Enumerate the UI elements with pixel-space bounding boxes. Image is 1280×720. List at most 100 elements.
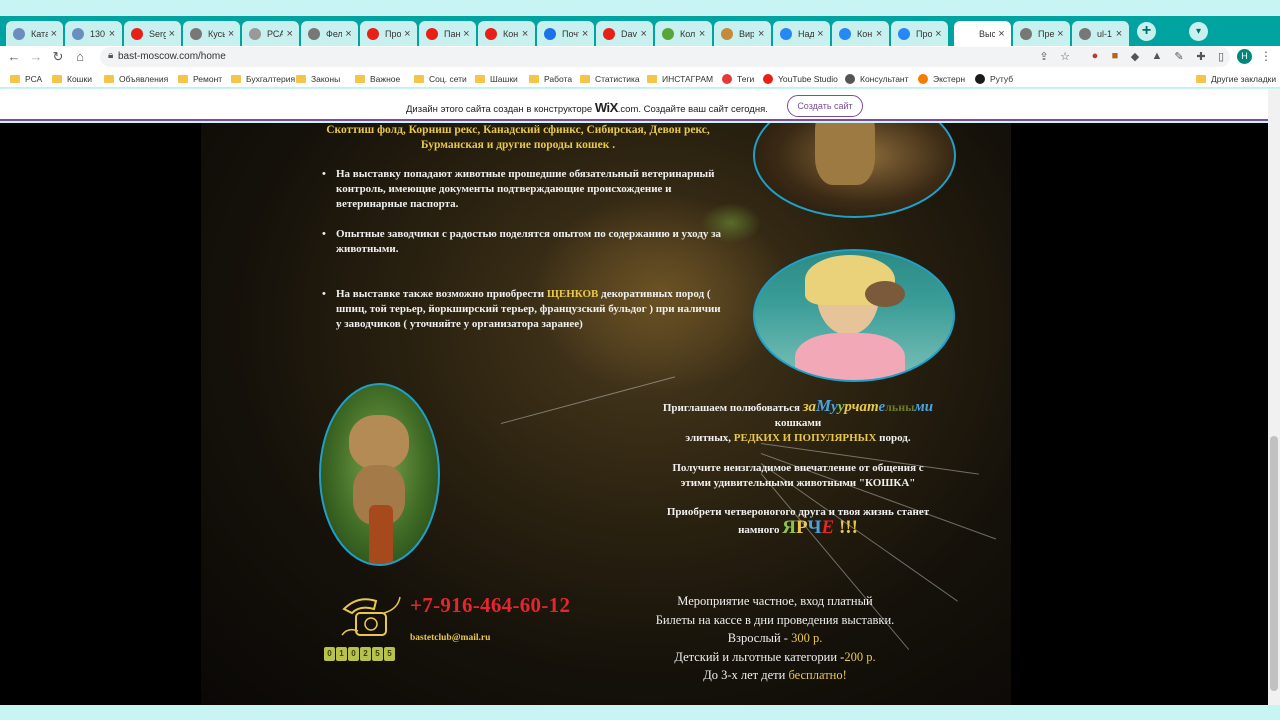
- extension-icon[interactable]: ✎: [1172, 50, 1186, 63]
- bookmark-item[interactable]: Статистика: [580, 72, 640, 85]
- browser-tab[interactable]: ul-1 ×: [1072, 21, 1129, 46]
- bookmark-label: Бухгалтерия: [246, 73, 296, 84]
- promo-breeds-text: пород.: [876, 432, 911, 444]
- tab-close-icon[interactable]: ×: [872, 28, 886, 40]
- page-scrollbar[interactable]: [1268, 89, 1280, 705]
- bookmark-label: Статистика: [595, 73, 640, 84]
- browser-tab[interactable]: Пан ×: [419, 21, 476, 46]
- other-bookmarks[interactable]: Другие закладки: [1196, 72, 1276, 85]
- tab-close-icon[interactable]: ×: [283, 28, 296, 40]
- profile-avatar[interactable]: H: [1237, 49, 1252, 64]
- bookmark-label: РСА: [25, 73, 43, 84]
- scrollbar-thumb[interactable]: [1270, 436, 1278, 691]
- browser-tab[interactable]: 130 ×: [65, 21, 122, 46]
- tab-close-icon[interactable]: ×: [695, 28, 709, 40]
- p-icon: [249, 27, 261, 40]
- counter-digit: 0: [348, 647, 359, 661]
- promo-impression-text: Получите неизгладимое впечатление от общ…: [672, 462, 924, 489]
- bookmark-item[interactable]: Консультант: [845, 72, 909, 85]
- back-arrow-icon[interactable]: ←: [6, 49, 22, 65]
- browser-tab[interactable]: Кон ×: [832, 21, 889, 46]
- bookmark-item[interactable]: Объявления: [104, 72, 168, 85]
- tab-close-icon[interactable]: ×: [166, 28, 178, 40]
- bookmark-label: Важное: [370, 73, 401, 84]
- tab-close-icon[interactable]: ×: [460, 28, 473, 40]
- bookmark-label: Законы: [311, 73, 341, 84]
- bookmark-star-icon[interactable]: ☆: [1058, 50, 1072, 63]
- price-kids-value: бесплатно!: [788, 668, 847, 682]
- tab-close-icon[interactable]: ×: [105, 28, 119, 40]
- bookmark-item[interactable]: YouTube Studio: [763, 72, 838, 85]
- forward-arrow-icon[interactable]: →: [28, 49, 44, 65]
- address-bar[interactable]: 🔒︎ bast-moscow.com/home ⇪ ☆ ● ■ ◆ ▲ ✎ ✚ …: [100, 47, 1230, 67]
- browser-tab[interactable]: Кусы×: [183, 21, 240, 46]
- browser-tab[interactable]: Ката ×: [6, 21, 63, 46]
- extension-icon[interactable]: ■: [1108, 50, 1122, 62]
- youtube-icon: [131, 27, 143, 40]
- tab-close-icon[interactable]: ×: [932, 28, 945, 40]
- globe-icon: [1020, 27, 1032, 40]
- home-icon[interactable]: ⌂: [72, 49, 88, 65]
- fancy-part: ми: [914, 399, 934, 415]
- side-panel-icon[interactable]: ▯: [1214, 50, 1228, 63]
- email-link[interactable]: bastetclub@mail.ru: [410, 633, 490, 643]
- browser-tab[interactable]: Почт×: [537, 21, 594, 46]
- browser-menu-icon[interactable]: ⋮: [1260, 49, 1272, 63]
- extension-icon[interactable]: ▲: [1150, 50, 1164, 62]
- tab-search-chevron-icon[interactable]: ▾: [1189, 22, 1208, 41]
- browser-tab[interactable]: Про ×: [360, 21, 417, 46]
- wix-banner-text: Дизайн этого сайта создан в конструкторе…: [406, 100, 768, 115]
- tab-close-icon[interactable]: ×: [637, 28, 650, 40]
- browser-tab[interactable]: Выс ×: [954, 21, 1011, 46]
- brighter-word: ЯРЧЕ: [782, 517, 834, 538]
- tab-close-icon[interactable]: ×: [754, 28, 768, 40]
- browser-tab[interactable]: Фел ×: [301, 21, 358, 46]
- browser-tab[interactable]: Davi ×: [596, 21, 653, 46]
- browser-tab[interactable]: Про ×: [891, 21, 948, 46]
- bookmark-item[interactable]: Законы: [296, 72, 340, 85]
- tab-close-icon[interactable]: ×: [401, 28, 414, 40]
- breeds-heading: Скоттиш фолд, Корниш рекс, Канадский сфи…: [302, 123, 734, 153]
- tab-label: Выс: [979, 28, 995, 39]
- bookmark-item[interactable]: Работа: [529, 72, 572, 85]
- tab-close-icon[interactable]: ×: [1054, 28, 1067, 40]
- reload-icon[interactable]: ↻: [50, 49, 66, 65]
- bookmark-item[interactable]: Важное: [355, 72, 400, 85]
- puzzle-extensions-icon[interactable]: ✚: [1194, 50, 1208, 63]
- create-site-button[interactable]: Создать сайт: [787, 95, 863, 117]
- share-icon[interactable]: ⇪: [1037, 50, 1051, 63]
- browser-tab[interactable]: Пре ×: [1013, 21, 1070, 46]
- bookmark-item[interactable]: Теги: [722, 72, 754, 85]
- kitten-shape: [865, 281, 905, 307]
- bookmark-item[interactable]: Экстерн: [918, 72, 965, 85]
- bookmark-item[interactable]: Ремонт: [178, 72, 222, 85]
- browser-tab[interactable]: Serg ×: [124, 21, 181, 46]
- bookmark-item[interactable]: Соц. сети: [414, 72, 467, 85]
- extension-icon[interactable]: ●: [1088, 50, 1102, 62]
- browser-tab[interactable]: Кол ×: [655, 21, 712, 46]
- tab-close-icon[interactable]: ×: [579, 28, 591, 40]
- browser-tab[interactable]: Над ×: [773, 21, 830, 46]
- tab-close-icon[interactable]: ×: [1112, 28, 1126, 40]
- extension-icon[interactable]: ◆: [1128, 50, 1142, 63]
- phone-number[interactable]: +7-916-464-60-12: [410, 593, 570, 618]
- bookmark-item[interactable]: ИНСТАГРАМ: [647, 72, 713, 85]
- bookmark-item[interactable]: Рутуб: [975, 72, 1013, 85]
- bookmark-item[interactable]: Шашки: [475, 72, 518, 85]
- tab-close-icon[interactable]: ×: [814, 28, 827, 40]
- browser-tab[interactable]: Вир ×: [714, 21, 771, 46]
- tab-close-icon[interactable]: ×: [518, 28, 532, 40]
- bookmark-item[interactable]: Бухгалтерия: [231, 72, 295, 85]
- tab-close-icon[interactable]: ×: [48, 28, 60, 40]
- tab-close-icon[interactable]: ×: [995, 28, 1008, 40]
- new-tab-button[interactable]: +: [1137, 22, 1156, 41]
- tab-close-icon[interactable]: ×: [225, 28, 237, 40]
- browser-tab[interactable]: РСА ×: [242, 21, 299, 46]
- bookmark-item[interactable]: Кошки: [52, 72, 92, 85]
- site-favicon-icon: [845, 73, 855, 84]
- bookmark-item[interactable]: РСА: [10, 72, 42, 85]
- folder-icon: [355, 74, 365, 83]
- tab-close-icon[interactable]: ×: [342, 28, 355, 40]
- browser-tab[interactable]: Кон ×: [478, 21, 535, 46]
- bullet-puppies-text-a: На выставке также возможно приобрести: [336, 288, 547, 300]
